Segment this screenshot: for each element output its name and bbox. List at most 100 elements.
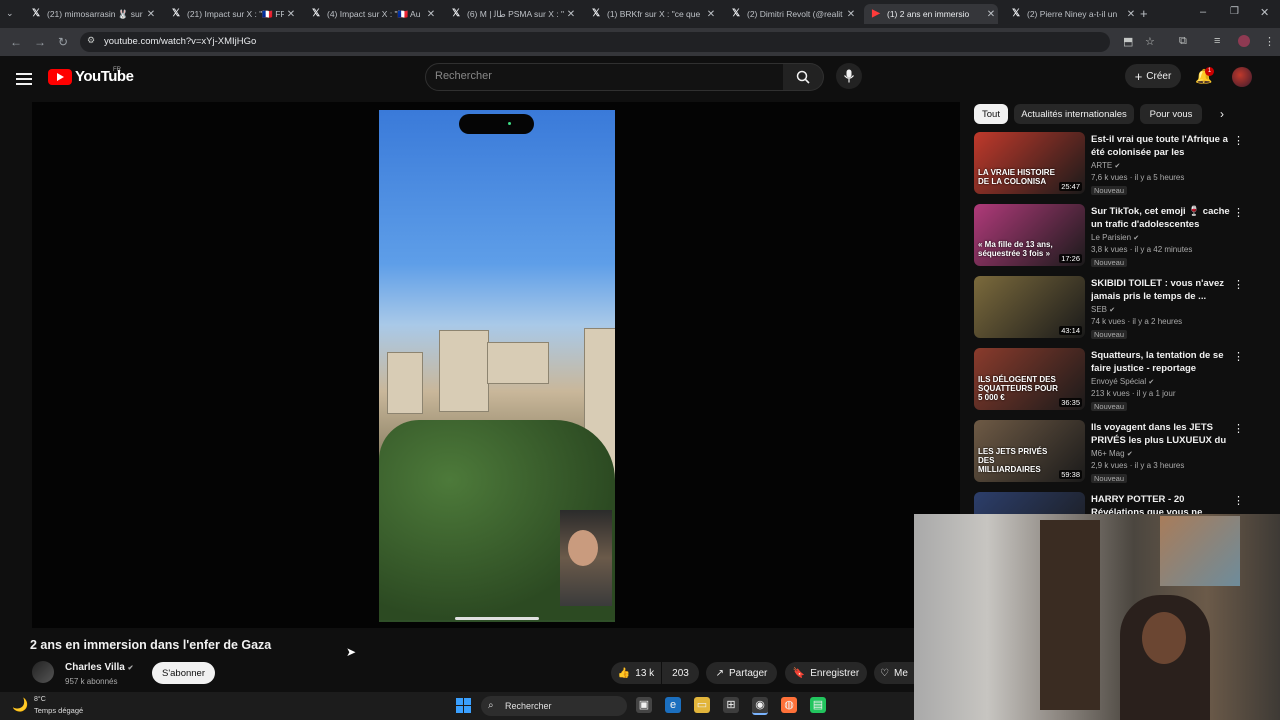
more-options-icon[interactable]: ⋮ (1233, 206, 1244, 219)
profile-avatar[interactable] (1238, 35, 1250, 47)
reload-icon[interactable]: ↻ (55, 34, 71, 50)
video-thumbnail[interactable]: ILS DÉLOGENT DES SQUATTEURS POUR 5 000 €… (974, 348, 1085, 410)
recommended-channel[interactable]: Envoyé Spécial ✔ (1091, 377, 1154, 386)
close-tab-icon[interactable]: ✕ (564, 9, 578, 20)
recommended-channel-name[interactable]: SEB (1091, 305, 1107, 314)
chip-for-you[interactable]: Pour vous (1140, 104, 1202, 124)
bookmark-star-icon[interactable]: ☆ (1145, 35, 1155, 48)
recommended-channel-name[interactable]: Le Parisien (1091, 233, 1131, 242)
recommended-video[interactable]: 43:14 SKIBIDI TOILET : vous n'avez jamais… (974, 276, 1254, 342)
browser-menu-icon[interactable]: ⋮ (1264, 35, 1275, 48)
recommended-video[interactable]: « Ma fille de 13 ans, séquestrée 3 fois … (974, 204, 1254, 270)
video-thumbnail[interactable]: 43:14 (974, 276, 1085, 338)
recommended-video-title[interactable]: Est-il vrai que toute l'Afrique a été co… (1091, 133, 1231, 159)
edge-browser-icon[interactable]: e (665, 697, 681, 713)
save-button[interactable]: 🔖 Enregistrer (785, 662, 867, 684)
close-tab-icon[interactable]: ✕ (424, 9, 438, 20)
account-avatar[interactable] (1232, 67, 1252, 87)
recommended-video[interactable]: LES JETS PRIVÉS DES MILLIARDAIRES 59:38 Il… (974, 420, 1254, 486)
close-tab-icon[interactable]: ✕ (1124, 9, 1138, 20)
chrome-icon[interactable]: ◉ (752, 697, 768, 715)
voice-search-button[interactable] (836, 63, 862, 89)
browser-tab[interactable]: ▶ (1) 2 ans en immersio ✕ (864, 4, 998, 24)
close-tab-icon[interactable]: ✕ (284, 9, 298, 20)
subscribe-button[interactable]: S'abonner (152, 662, 215, 684)
recommended-video[interactable]: ILS DÉLOGENT DES SQUATTEURS POUR 5 000 €… (974, 348, 1254, 414)
comments-count-button[interactable]: 203 (662, 662, 699, 684)
new-badge: Nouveau (1091, 402, 1128, 411)
recommended-video-title[interactable]: SKIBIDI TOILET : vous n'avez jamais pris… (1091, 277, 1231, 303)
browser-tab[interactable]: 𝕏 (1) BRKfr sur X : "ce que ✕ (584, 4, 718, 24)
messaging-app-icon[interactable]: ▤ (810, 697, 826, 713)
back-icon[interactable]: ← (8, 34, 24, 50)
create-button[interactable]: + Créer (1125, 64, 1181, 88)
close-tab-icon[interactable]: ✕ (844, 9, 858, 20)
recommended-video-title[interactable]: Squatteurs, la tentation de se faire jus… (1091, 349, 1231, 375)
more-options-icon[interactable]: ⋮ (1233, 278, 1244, 291)
recommended-channel[interactable]: Le Parisien ✔ (1091, 233, 1139, 242)
extensions-icon[interactable]: ⧉ (1179, 35, 1187, 48)
browser-tab[interactable]: 𝕏 (4) Impact sur X : "🇫🇷 Au ✕ (304, 4, 438, 24)
tab-list-button[interactable]: ⌄ (6, 8, 14, 19)
browser-tab[interactable]: 𝕏 (21) mimosarrasin 🐰 sur ✕ (24, 4, 158, 24)
windows-start-icon[interactable] (456, 698, 471, 713)
recommended-channel-name[interactable]: ARTE (1091, 161, 1112, 170)
recommended-video-title[interactable]: Sur TikTok, cet emoji 🍷 cache un trafic … (1091, 205, 1231, 231)
channel-avatar[interactable] (32, 661, 54, 683)
recommended-video[interactable]: LA VRAIE HISTOIRE DE LA COLONISA 25:47 Est… (974, 132, 1254, 198)
weather-description[interactable]: Temps dégagé (34, 706, 83, 715)
recommended-channel[interactable]: SEB ✔ (1091, 305, 1115, 314)
new-tab-button[interactable]: + (1140, 6, 1148, 21)
taskbar-search-icon: ⌕ (488, 700, 494, 711)
like-button[interactable]: 👍 13 k (611, 662, 661, 684)
chip-international-news[interactable]: Actualités internationales (1014, 104, 1134, 124)
channel-name-text[interactable]: Charles Villa (65, 662, 125, 673)
video-thumbnail[interactable]: LES JETS PRIVÉS DES MILLIARDAIRES 59:38 (974, 420, 1085, 482)
taskbar-search-box[interactable] (481, 696, 627, 716)
more-options-icon[interactable]: ⋮ (1233, 350, 1244, 363)
media-control-icon[interactable]: ≡ (1214, 35, 1220, 47)
weather-temperature[interactable]: 8°C (34, 696, 46, 703)
hamburger-menu-icon[interactable] (16, 70, 32, 88)
recommended-channel-name[interactable]: Envoyé Spécial (1091, 377, 1146, 386)
close-tab-icon[interactable]: ✕ (144, 9, 158, 20)
firefox-icon[interactable]: ◍ (781, 697, 797, 713)
site-info-icon[interactable]: ⚙ (87, 35, 95, 46)
url-text[interactable]: youtube.com/watch?v=xYj-XMIjHGo (104, 36, 256, 47)
close-tab-icon[interactable]: ✕ (984, 9, 998, 20)
recommended-channel-name[interactable]: M6+ Mag (1091, 449, 1125, 458)
file-explorer-icon[interactable]: ▭ (694, 697, 710, 713)
youtube-logo-text[interactable]: YouTube (75, 68, 134, 85)
maximize-window-button[interactable]: ❐ (1230, 6, 1239, 17)
chip-all[interactable]: Tout (974, 104, 1008, 124)
forward-icon[interactable]: → (32, 34, 48, 50)
more-actions-button[interactable]: ♡ Me (874, 662, 914, 684)
search-button[interactable] (783, 63, 824, 91)
recommended-video-title[interactable]: Ils voyagent dans les JETS PRIVÉS les pl… (1091, 421, 1231, 447)
video-thumbnail[interactable]: « Ma fille de 13 ans, séquestrée 3 fois … (974, 204, 1085, 266)
weather-moon-icon[interactable]: 🌙 (12, 697, 28, 713)
browser-tab[interactable]: 𝕏 (6) M | ﻃﺎﻟ PSMA sur X : "Il ✕ (444, 4, 578, 24)
more-options-icon[interactable]: ⋮ (1233, 134, 1244, 147)
task-view-icon[interactable]: ▣ (636, 697, 652, 713)
search-placeholder[interactable]: Rechercher (435, 70, 492, 82)
recommended-channel[interactable]: ARTE ✔ (1091, 161, 1120, 170)
minimize-window-button[interactable]: – (1200, 6, 1206, 18)
youtube-logo-icon[interactable] (48, 69, 72, 85)
more-options-icon[interactable]: ⋮ (1233, 494, 1244, 507)
close-tab-icon[interactable]: ✕ (704, 9, 718, 20)
channel-name[interactable]: Charles Villa ✔ (65, 662, 134, 673)
browser-tab[interactable]: 𝕏 (21) Impact sur X : "🇫🇷 FR ✕ (164, 4, 298, 24)
browser-tab[interactable]: 𝕏 (2) Pierre Niney a-t-il un ✕ (1004, 4, 1138, 24)
recommended-channel[interactable]: M6+ Mag ✔ (1091, 449, 1133, 458)
video-thumbnail[interactable]: LA VRAIE HISTOIRE DE LA COLONISA 25:47 (974, 132, 1085, 194)
video-duration: 25:47 (1059, 182, 1082, 191)
more-options-icon[interactable]: ⋮ (1233, 422, 1244, 435)
share-button[interactable]: ↗ Partager (706, 662, 777, 684)
taskbar-search-label[interactable]: Rechercher (505, 701, 552, 711)
close-window-button[interactable]: ✕ (1260, 6, 1269, 19)
store-icon[interactable]: ⊞ (723, 697, 739, 713)
install-app-icon[interactable]: ⬒ (1123, 35, 1133, 48)
chips-next-chevron-icon[interactable]: › (1220, 107, 1224, 121)
browser-tab[interactable]: 𝕏 (2) Dimitri Revolt (@realit ✕ (724, 4, 858, 24)
